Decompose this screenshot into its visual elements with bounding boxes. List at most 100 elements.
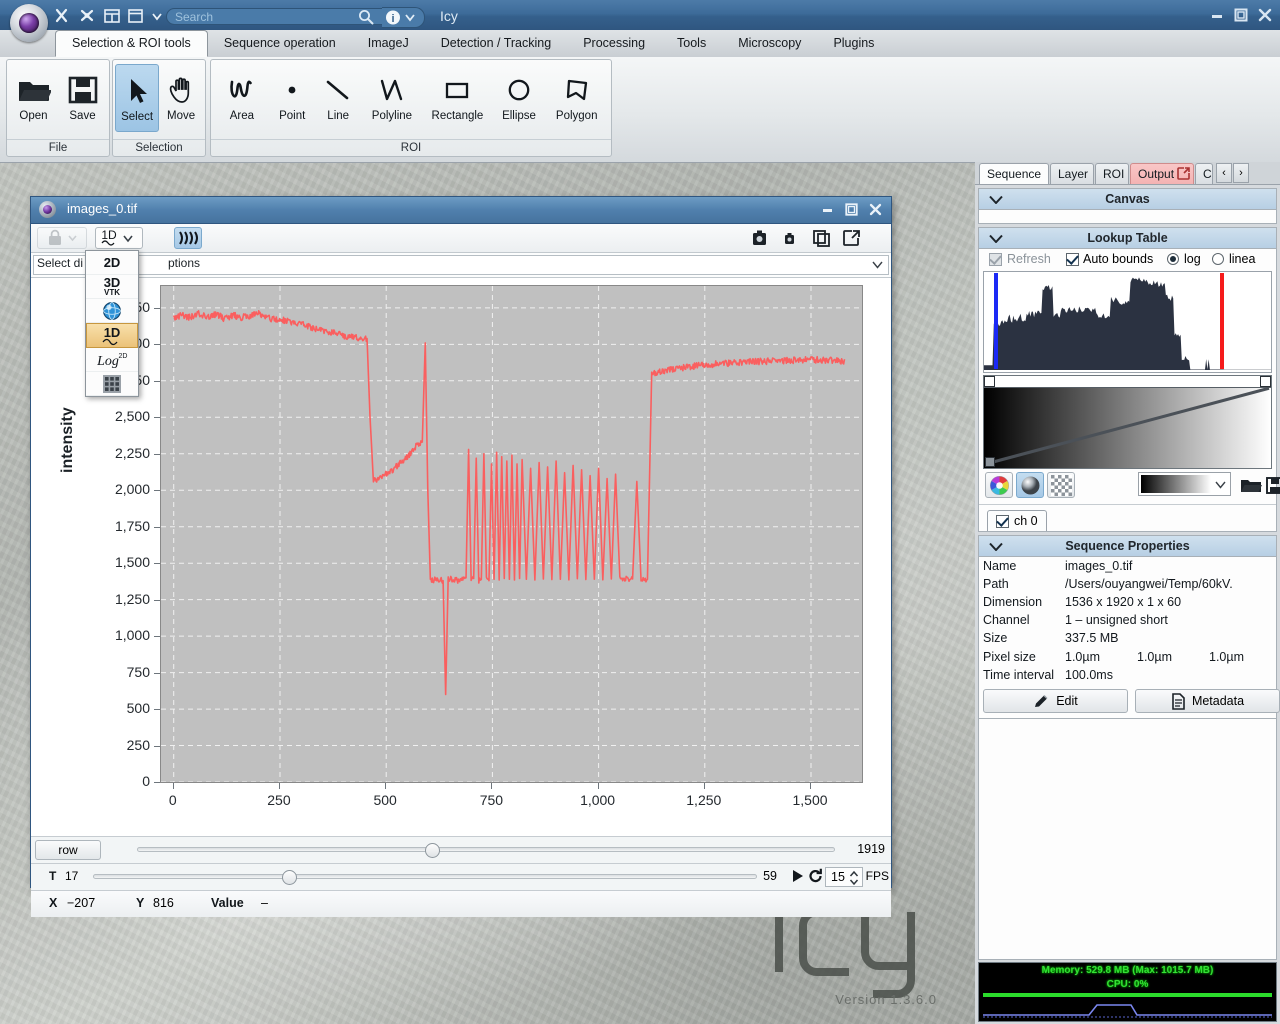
sequence-properties-header[interactable]: Sequence Properties: [979, 536, 1276, 557]
open-label: Open: [19, 110, 48, 122]
camera-snapshot-icon[interactable]: [747, 227, 773, 249]
inspector-tab-sequence[interactable]: Sequence: [979, 163, 1049, 184]
edit-button[interactable]: Edit: [983, 689, 1128, 713]
refresh-label: Refresh: [1007, 252, 1051, 266]
roi-polygon-button[interactable]: Polygon: [546, 64, 607, 132]
row-button[interactable]: row: [35, 840, 101, 860]
inspector-tab-output[interactable]: Output: [1130, 163, 1194, 184]
color-wheel-icon[interactable]: [985, 472, 1013, 498]
inspector-tab-c[interactable]: C: [1195, 163, 1213, 184]
roi-area-button[interactable]: Area: [215, 64, 269, 132]
display-options-combo[interactable]: [33, 255, 889, 275]
gray-sphere-icon[interactable]: [1016, 472, 1044, 498]
camera-small-icon[interactable]: [777, 227, 803, 249]
plugin-puzzle-icon[interactable]: [79, 8, 97, 24]
roi-polyline-label: Polyline: [371, 110, 413, 122]
fps-stepper[interactable]: 15: [825, 867, 863, 887]
dropdown-item-log2d[interactable]: Log 2D: [86, 348, 138, 372]
histogram-plot[interactable]: [983, 271, 1272, 373]
time-slider-knob[interactable]: [281, 870, 297, 885]
channel-checkbox[interactable]: [996, 514, 1009, 528]
refresh-checkbox[interactable]: [989, 253, 1002, 266]
roi-point-button[interactable]: Point: [269, 64, 316, 132]
ribbon-tab-tools[interactable]: Tools: [661, 30, 722, 57]
select-tool-button[interactable]: Select: [115, 64, 160, 132]
time-slider-track[interactable]: [93, 874, 757, 879]
window-layout-icon[interactable]: [127, 8, 145, 24]
inspector-tab-prev-button[interactable]: ‹: [1216, 163, 1232, 183]
maximize-button[interactable]: [1234, 8, 1248, 22]
ribbon-tab-imagej[interactable]: ImageJ: [352, 30, 425, 57]
chevron-down-icon[interactable]: [989, 195, 1003, 204]
chevron-down-icon[interactable]: [989, 234, 1003, 243]
linear-radio[interactable]: [1212, 253, 1224, 265]
chevron-down-icon[interactable]: [1215, 480, 1226, 489]
loop-icon[interactable]: [808, 868, 823, 884]
waveform-toggle-button[interactable]: [174, 227, 202, 249]
detach-icon[interactable]: [839, 227, 865, 249]
y-tick-label: 2,500: [114, 408, 150, 425]
dropdown-item-grid[interactable]: [86, 372, 138, 396]
duplicate-icon[interactable]: [809, 227, 835, 249]
viewer-close-button[interactable]: [869, 203, 883, 217]
display-options-label-head: Select di: [37, 256, 84, 270]
row-slider-knob[interactable]: [424, 843, 440, 858]
inspector-tab-layer[interactable]: Layer: [1050, 163, 1094, 184]
channel-tab-ch0[interactable]: ch 0: [987, 510, 1047, 531]
roi-rectangle-button[interactable]: Rectangle: [423, 64, 491, 132]
pencil-icon: [1035, 694, 1048, 707]
metadata-button[interactable]: Metadata: [1135, 689, 1280, 713]
ribbon-tab-microscopy[interactable]: Microscopy: [722, 30, 817, 57]
lut-preset-combo[interactable]: [1138, 472, 1231, 496]
ribbon-tab-plugins[interactable]: Plugins: [817, 30, 890, 57]
lut-curve-start-handle[interactable]: [985, 457, 995, 467]
layout-chevron-down-icon[interactable]: [151, 8, 163, 24]
inspector-tab-next-button[interactable]: ›: [1233, 163, 1249, 183]
lut-gradient-editor[interactable]: [983, 375, 1272, 469]
dropdown-item-2d[interactable]: 2D: [86, 251, 138, 275]
property-value: 337.5 MB: [1065, 631, 1119, 645]
viewer-mode-dropdown-menu[interactable]: 2D 3D VTK 1D Log 2D: [85, 250, 139, 397]
viewer-maximize-button[interactable]: [845, 203, 859, 217]
ribbon-tab-sequence-operation[interactable]: Sequence operation: [208, 30, 352, 57]
save-button[interactable]: Save: [58, 64, 107, 132]
move-tool-button[interactable]: Move: [159, 64, 203, 132]
detach-icon[interactable]: [1177, 167, 1190, 180]
pixel-size-y: 1.0µm: [1137, 650, 1172, 664]
ribbon-tab-selection-roi-tools[interactable]: Selection & ROI tools: [55, 30, 208, 57]
dropdown-item-3d-vtk[interactable]: 3D VTK: [86, 275, 138, 299]
viewer-minimize-button[interactable]: [821, 203, 835, 217]
close-button[interactable]: [1258, 8, 1272, 22]
row-slider-track[interactable]: [137, 847, 835, 852]
tools-cross-icon[interactable]: [55, 8, 73, 24]
tile-layout-icon[interactable]: [103, 8, 121, 24]
t-slider-max: 59: [763, 869, 777, 883]
roi-line-button[interactable]: Line: [316, 64, 361, 132]
combo-chevron-down-icon: [872, 260, 883, 269]
checker-alpha-icon[interactable]: [1047, 472, 1075, 498]
open-button[interactable]: Open: [9, 64, 58, 132]
ribbon-tab-processing[interactable]: Processing: [567, 30, 661, 57]
roi-polyline-button[interactable]: Polyline: [361, 64, 424, 132]
dropdown-item-1d[interactable]: 1D: [86, 323, 138, 348]
info-dropdown-group[interactable]: i: [382, 7, 425, 28]
lock-dropdown-button[interactable]: [37, 227, 87, 249]
minimize-button[interactable]: [1210, 8, 1224, 22]
fps-spinner-icon[interactable]: [849, 870, 859, 886]
canvas-section-header[interactable]: Canvas: [979, 189, 1276, 210]
search-icon[interactable]: [358, 9, 374, 25]
viewer-mode-dropdown[interactable]: 1D: [95, 227, 143, 249]
roi-ellipse-button[interactable]: Ellipse: [492, 64, 547, 132]
inspector-tab-roi[interactable]: ROI: [1095, 163, 1129, 184]
plot-canvas[interactable]: [160, 285, 863, 783]
dropdown-item-globe[interactable]: [86, 299, 138, 323]
floppy-save-icon[interactable]: [1261, 472, 1280, 498]
display-options-row[interactable]: Select di ptions: [31, 253, 891, 278]
play-icon[interactable]: [791, 868, 805, 884]
lookup-table-header[interactable]: Lookup Table: [979, 228, 1276, 249]
ribbon-tab-detection-tracking[interactable]: Detection / Tracking: [425, 30, 567, 57]
memory-monitor[interactable]: Memory: 529.8 MB (Max: 1015.7 MB) CPU: 0…: [978, 962, 1277, 1022]
auto-bounds-checkbox[interactable]: [1066, 253, 1079, 266]
chevron-down-icon[interactable]: [989, 542, 1003, 551]
log-radio[interactable]: [1167, 253, 1179, 265]
